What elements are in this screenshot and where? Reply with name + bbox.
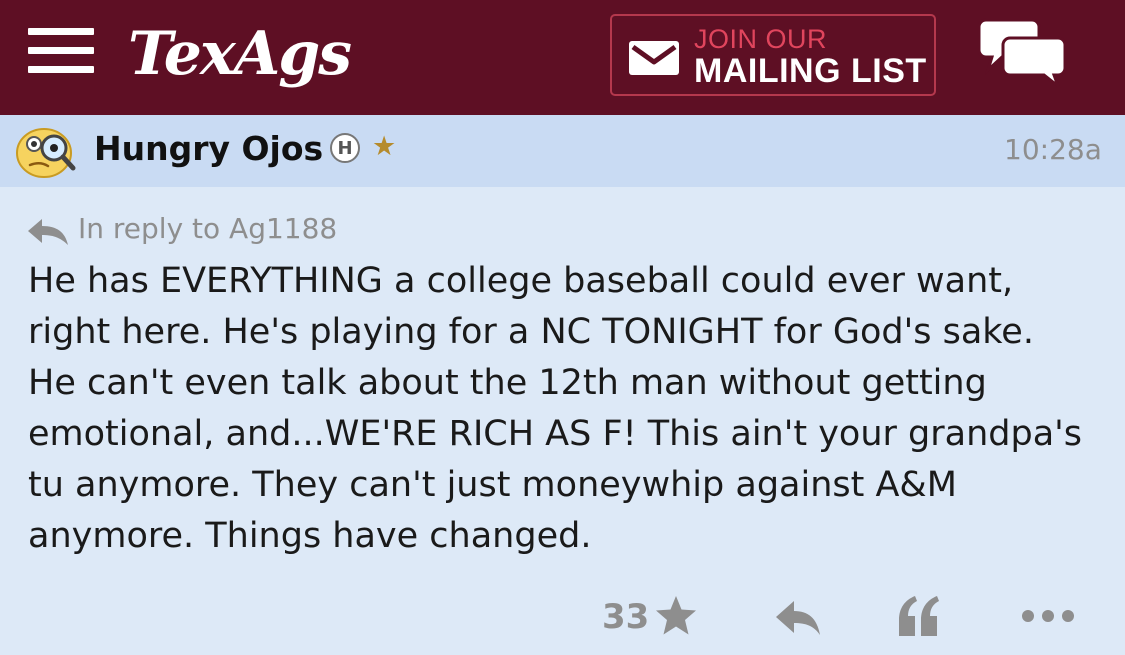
site-logo[interactable]: TexAgs: [128, 18, 352, 90]
reply-arrow-icon: [28, 219, 68, 245]
star-icon[interactable]: [654, 594, 698, 638]
avatar[interactable]: [14, 121, 76, 179]
post-line: He has EVERYTHING a college baseball cou…: [28, 261, 1014, 301]
post-line: He can't even talk about the 12th man wi…: [28, 363, 987, 403]
mailing-list-line1: JOIN OUR: [694, 24, 828, 54]
chat-icon[interactable]: [978, 18, 1068, 88]
menu-icon[interactable]: [28, 28, 94, 74]
menu-icon-bar: [28, 47, 94, 54]
star-count: 33: [602, 597, 650, 637]
reply-icon[interactable]: [774, 598, 822, 638]
mail-icon: [629, 41, 679, 75]
more-icon[interactable]: [1020, 606, 1076, 626]
user-star-badge: ★: [372, 131, 397, 162]
post-line: right here. He's playing for a NC TONIGH…: [28, 312, 1034, 352]
post-line: anymore. Things have changed.: [28, 516, 592, 556]
mailing-list-line2: MAILING LIST: [694, 52, 927, 90]
quote-icon[interactable]: [895, 594, 943, 638]
post-timestamp: 10:28a: [1004, 133, 1102, 166]
menu-icon-bar: [28, 66, 94, 73]
post-line: tu anymore. They can't just moneywhip ag…: [28, 465, 957, 505]
menu-icon-bar: [28, 28, 94, 35]
post-line: emotional, and...WE'RE RICH AS F! This a…: [28, 414, 1082, 454]
post-content: He has EVERYTHING a college baseball cou…: [28, 256, 1108, 562]
user-rank-badge: H: [330, 133, 360, 163]
username[interactable]: Hungry Ojos: [94, 129, 323, 168]
in-reply-to-link[interactable]: In reply to Ag1188: [78, 212, 337, 245]
mailing-list-button[interactable]: JOIN OUR MAILING LIST: [610, 14, 936, 96]
